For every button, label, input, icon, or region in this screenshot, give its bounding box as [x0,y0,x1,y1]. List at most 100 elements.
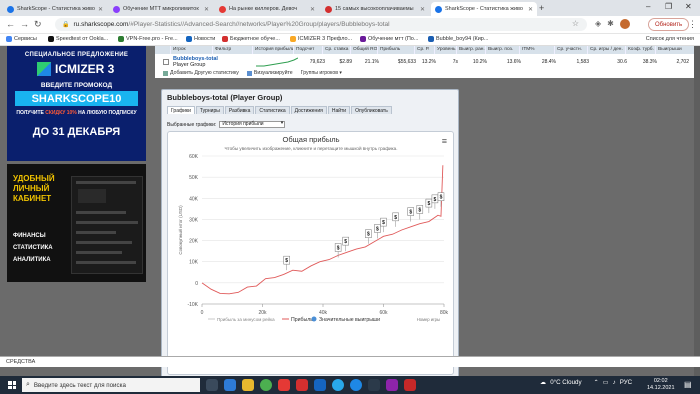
browser-tab-3[interactable]: На рынке киллеров. Девоч ✕ [215,2,319,16]
cell-avg-stake: $2.89 [339,59,352,65]
cabinet-ad-banner[interactable]: УДОБНЫЙ ЛИЧНЫЙ КАБИНЕТ ФИНАНСЫ СТАТИСТИК… [7,164,146,282]
column-header[interactable]: Ср. игры / ден. [588,46,626,54]
app-icon[interactable] [386,379,398,391]
significant-win-label: $ [427,201,430,207]
tab-breakdown[interactable]: Разбивка [224,106,255,114]
column-header[interactable]: Выигр. ран. [457,46,486,54]
close-tab-icon[interactable]: ✕ [204,6,209,13]
bookmark-star-icon[interactable]: ☆ [572,19,579,28]
bookmark-news[interactable]: Новости [186,36,215,42]
bookmark-apps[interactable]: Сервисы [6,36,37,42]
language-indicator[interactable]: РУС [620,379,632,386]
icmizer-logo-icon [37,62,51,76]
browser-menu-icon[interactable]: ⋮ [688,19,697,30]
chart-menu-icon[interactable]: ≡ [442,136,447,146]
profile-avatar[interactable] [619,19,630,29]
opera-icon[interactable] [296,379,308,391]
extensions-puzzle-icon[interactable]: ✱ [607,19,614,29]
tab-achievements[interactable]: Достижения [290,106,327,114]
task-view-icon[interactable] [206,379,218,391]
bookmark-mtt-training[interactable]: Обучение мтт (По... [360,36,418,42]
weather-text[interactable]: 0°C Cloudy [550,379,581,386]
edge-icon[interactable] [224,379,236,391]
bookmark-budget-training[interactable]: Бюджетное обуче... [222,36,280,42]
column-header[interactable]: Коэф. турб. [626,46,656,54]
close-tab-icon[interactable]: ✕ [310,6,315,13]
app-icon[interactable] [368,379,380,391]
windows-start-icon[interactable] [8,381,16,389]
row-checkbox[interactable] [163,59,169,65]
telegram-icon[interactable] [350,379,362,391]
table-row: Bubbleboys-total Player Group 79,623 $2.… [155,55,700,69]
tab-title: SharkScope - Статистика живо [445,6,523,12]
bookmark-icmizer[interactable]: ICMIZER 3 Префло... [290,36,352,42]
browser-tab-1[interactable]: SharkScope - Статистика живо ✕ [3,2,107,16]
column-header[interactable]: Ср. участн. [555,46,588,54]
bookmark-label: VPN-Free.pro - Fre... [126,36,178,42]
bookmark-vpn[interactable]: VPN-Free.pro - Fre... [118,36,178,42]
url-path: /#Player-Statistics//Advanced-Search//ne… [128,21,390,28]
column-header[interactable]: ITM% [520,46,555,54]
player-groups-dropdown[interactable]: Группы игроков ▾ [301,70,342,76]
back-arrow-icon[interactable]: ← [6,19,15,29]
close-tab-icon[interactable]: ✕ [528,6,533,13]
profit-chart-svg[interactable]: Общая прибыльЧтобы увеличить изображение… [168,132,455,376]
x-axis-title: Номер игры [417,317,440,322]
explorer-icon[interactable] [242,379,254,391]
restore-button[interactable]: ❐ [665,2,672,11]
tray-chevron-icon[interactable]: ⌃ [594,379,599,386]
browser-tab-5-active[interactable]: SharkScope - Статистика живо ✕ [431,2,537,16]
column-header[interactable]: Уровень [435,46,457,54]
tab-statistics[interactable]: Статистика [255,106,290,114]
taskbar-clock[interactable]: 02:02 14.12.2021 [647,378,675,392]
cell-turbo-ratio: 38.3% [642,59,657,65]
poker-client-icon[interactable] [404,379,416,391]
close-window-button[interactable]: ✕ [685,2,692,11]
network-icon[interactable]: ▭ [603,379,609,386]
icmizer-ad-banner[interactable]: СПЕЦИАЛЬНОЕ ПРЕДЛОЖЕНИЕ ICMIZER 3 ВВЕДИТ… [7,46,146,161]
x-tick-label: 0 [201,310,204,316]
weather-icon[interactable]: ☁ [540,379,546,386]
notifications-icon[interactable]: ▤ [684,380,692,389]
tab-find[interactable]: Найти [327,106,351,114]
add-statistic-button[interactable]: Добавить Другую статистику [163,70,239,76]
column-header[interactable]: Фильтр [213,46,253,54]
taskbar-search-box[interactable]: ⌕ Введите здесь текст для поиска [22,378,200,392]
minimize-button[interactable]: – [646,2,650,11]
ad2-feature: ФИНАНСЫ [13,233,46,239]
bookmark-bubble-boy[interactable]: Bubble_boy94 (Кир... [428,36,488,42]
new-tab-button[interactable]: + [539,3,544,13]
column-header[interactable]: Выигр. поз. [486,46,520,54]
visualize-button[interactable]: Визуализируйте [246,70,293,76]
reading-list-button[interactable]: Список для чтения [646,36,694,42]
column-header[interactable]: Прибыль [378,46,415,54]
column-header[interactable]: Ср. Р. [415,46,435,54]
chrome-icon[interactable] [260,379,272,391]
column-header[interactable]: Подсчет [294,46,323,54]
bookmark-speedtest[interactable]: Speedtest от Ookla... [48,36,108,42]
media-icon[interactable] [278,379,290,391]
close-tab-icon[interactable]: ✕ [98,6,103,13]
telegram-icon[interactable] [332,379,344,391]
browser-tab-4[interactable]: 15 самых высокооплачиваемы ✕ [321,2,429,16]
column-header[interactable]: Выигрыши [656,46,696,54]
skype-icon[interactable] [314,379,326,391]
forward-arrow-icon[interactable]: → [20,19,29,29]
browser-tab-2[interactable]: Обучение MTT микролимиток ✕ [109,2,213,16]
column-header[interactable]: Ср. ставка [323,46,351,54]
profit-chart[interactable]: Общая прибыль Чтобы увеличить изображение… [167,131,454,375]
volume-icon[interactable]: ♪ [613,379,616,386]
tab-tournaments[interactable]: Турниры [195,106,224,114]
column-header[interactable]: История прибыли [253,46,294,54]
column-header[interactable]: Общий ROI [351,46,378,54]
close-tab-icon[interactable]: ✕ [420,6,425,13]
tab-publish[interactable]: Опубликовать [351,106,392,114]
tab-graphs[interactable]: Графики [167,106,195,114]
reload-icon[interactable]: ↻ [34,19,42,30]
graph-select-dropdown[interactable]: История прибыли [219,121,286,128]
column-header[interactable]: Игрок [171,46,213,54]
url-field[interactable]: 🔒 ru.sharkscope.com /#Player-Statistics/… [55,18,587,31]
update-browser-button[interactable]: Обновить [648,18,690,31]
extension-icon[interactable]: ◈ [595,19,601,29]
page-scrollbar[interactable] [694,46,700,376]
